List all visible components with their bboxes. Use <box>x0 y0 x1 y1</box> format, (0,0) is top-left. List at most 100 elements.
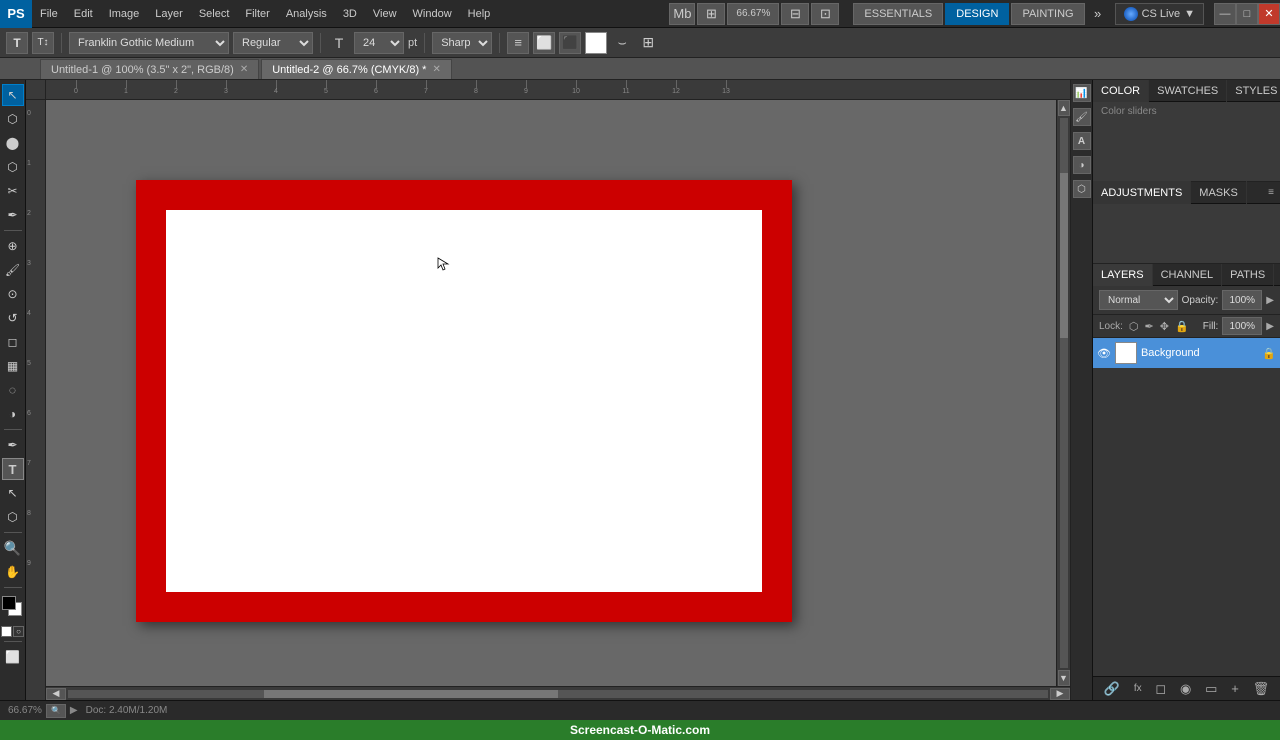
quick-mask-off[interactable] <box>1 626 12 637</box>
character-icon[interactable]: A <box>1073 132 1091 150</box>
blur-tool[interactable]: ◌ <box>2 379 24 401</box>
type-tool-variant[interactable]: T↕ <box>32 32 54 54</box>
lock-all[interactable]: 🔒 <box>1175 320 1189 333</box>
scroll-up-btn[interactable]: ▲ <box>1058 100 1070 116</box>
vertical-scrollbar[interactable]: ▲ ▼ <box>1056 100 1070 686</box>
layer-visibility-toggle[interactable]: 👁 <box>1097 347 1111 360</box>
path-selection-tool[interactable]: ↖ <box>2 482 24 504</box>
hand-tool[interactable]: ✋ <box>2 561 24 583</box>
menu-select[interactable]: Select <box>191 0 238 28</box>
layer-fx-btn[interactable]: fx <box>1134 683 1142 694</box>
move-tool[interactable]: ↖ <box>2 84 24 106</box>
fill-stepper[interactable]: ▶ <box>1266 321 1274 332</box>
healing-tool[interactable]: ⊕ <box>2 235 24 257</box>
menu-view[interactable]: View <box>365 0 405 28</box>
menu-edit[interactable]: Edit <box>66 0 101 28</box>
menu-filter[interactable]: Filter <box>237 0 277 28</box>
lock-transparency[interactable]: ⬡ <box>1129 320 1139 333</box>
zoom-tool[interactable]: 🔍 <box>2 537 24 559</box>
quick-select-tool[interactable]: ⬡ <box>2 156 24 178</box>
add-mask-btn[interactable]: ◻ <box>1155 681 1166 697</box>
menu-file[interactable]: File <box>32 0 66 28</box>
quick-mask-on[interactable]: ○ <box>13 626 24 637</box>
tab-untitled1[interactable]: Untitled-1 @ 100% (3.5" x 2", RGB/8) ✕ <box>40 59 259 79</box>
tab-adjustments[interactable]: ADJUSTMENTS <box>1093 181 1191 205</box>
tab-layers[interactable]: LAYERS <box>1093 264 1153 286</box>
type-tool[interactable]: T <box>2 458 24 480</box>
workspace-design[interactable]: DESIGN <box>945 3 1009 25</box>
new-layer-btn[interactable]: + <box>1231 681 1239 696</box>
document-inner[interactable] <box>166 210 762 592</box>
mode-selector[interactable]: Mb <box>669 3 695 25</box>
shape-tool[interactable]: ⬡ <box>2 506 24 528</box>
masks-icon[interactable]: ⬡ <box>1073 180 1091 198</box>
delete-layer-btn[interactable]: 🗑 <box>1253 681 1270 697</box>
adjustments-icon[interactable]: ◑ <box>1073 156 1091 174</box>
align-center-button[interactable]: ⬜ <box>533 32 555 54</box>
tab-swatches[interactable]: SWATCHES <box>1149 80 1227 103</box>
tab-untitled2-close[interactable]: ✕ <box>432 64 440 75</box>
tab-masks[interactable]: MASKS <box>1191 181 1247 205</box>
extra-icon[interactable]: ⊡ <box>811 3 839 25</box>
character-panel-icon[interactable]: ⊞ <box>637 32 659 54</box>
link-layers-btn[interactable]: 🔗 <box>1104 681 1120 697</box>
new-group-btn[interactable]: ▭ <box>1205 681 1217 697</box>
scroll-left-btn[interactable]: ◀ <box>46 688 66 700</box>
workspace-extend[interactable]: » <box>1087 3 1109 25</box>
align-left-button[interactable]: ≡ <box>507 32 529 54</box>
scroll-right-btn[interactable]: ▶ <box>1050 688 1070 700</box>
zoom-icon[interactable]: 🔍 <box>46 704 66 718</box>
blend-mode-select[interactable]: Normal <box>1099 290 1178 310</box>
tab-untitled1-close[interactable]: ✕ <box>240 64 248 75</box>
align-right-button[interactable]: ⬛ <box>559 32 581 54</box>
lock-paint[interactable]: ✒ <box>1145 320 1154 333</box>
menu-image[interactable]: Image <box>101 0 148 28</box>
font-style-select[interactable]: Regular <box>233 32 313 54</box>
marquee-tool[interactable]: ⬡ <box>2 108 24 130</box>
tab-paths[interactable]: PATHS <box>1222 264 1274 286</box>
new-fill-layer-btn[interactable]: ◉ <box>1180 681 1191 697</box>
text-color-swatch[interactable] <box>585 32 607 54</box>
scroll-track-h[interactable] <box>68 690 1048 698</box>
canvas-area[interactable]: 0 1 2 3 4 5 6 7 8 9 10 11 12 13 <box>26 80 1070 700</box>
type-tool-icon[interactable]: T <box>6 32 28 54</box>
color-picker[interactable] <box>2 596 24 622</box>
gradient-tool[interactable]: ▦ <box>2 355 24 377</box>
arrangement-icon[interactable]: ⊞ <box>697 3 725 25</box>
screen-mode-button[interactable]: ⬜ <box>2 646 24 668</box>
minimize-button[interactable]: — <box>1214 3 1236 25</box>
menu-help[interactable]: Help <box>460 0 499 28</box>
opacity-input[interactable] <box>1222 290 1262 310</box>
dodge-tool[interactable]: ◑ <box>2 403 24 425</box>
horizontal-scrollbar[interactable]: ◀ ▶ <box>46 686 1070 700</box>
adj-panel-menu-btn[interactable]: ≡ <box>1262 182 1280 204</box>
brush-options-icon[interactable]: 🖌 <box>1073 108 1091 126</box>
grid-icon[interactable]: ⊟ <box>781 3 809 25</box>
lock-position[interactable]: ✥ <box>1160 320 1169 333</box>
workspace-essentials[interactable]: ESSENTIALS <box>853 3 943 25</box>
scroll-down-btn[interactable]: ▼ <box>1058 670 1070 686</box>
history-brush[interactable]: ↺ <box>2 307 24 329</box>
lasso-tool[interactable]: ⬤ <box>2 132 24 154</box>
expand-layers-btn[interactable]: » <box>1274 264 1280 286</box>
font-size-select[interactable]: 24 <box>354 32 404 54</box>
opacity-stepper[interactable]: ▶ <box>1266 295 1274 306</box>
scroll-thumb-v[interactable] <box>1060 173 1068 338</box>
maximize-button[interactable]: □ <box>1236 3 1258 25</box>
tab-untitled2[interactable]: Untitled-2 @ 66.7% (CMYK/8) * ✕ <box>261 59 452 79</box>
menu-layer[interactable]: Layer <box>147 0 191 28</box>
histogram-icon[interactable]: 📊 <box>1073 84 1091 102</box>
eraser-tool[interactable]: ◻ <box>2 331 24 353</box>
menu-analysis[interactable]: Analysis <box>278 0 335 28</box>
warp-text-icon[interactable]: ⌣ <box>611 32 633 54</box>
close-button[interactable]: ✕ <box>1258 3 1280 25</box>
fill-input[interactable] <box>1222 317 1262 335</box>
tab-styles[interactable]: STYLES <box>1227 80 1280 103</box>
anti-alias-select[interactable]: Sharp <box>432 32 492 54</box>
menu-3d[interactable]: 3D <box>335 0 365 28</box>
zoom-input[interactable]: 66.67% <box>727 3 779 25</box>
cs-live-button[interactable]: CS Live ▼ <box>1115 3 1204 25</box>
stamp-tool[interactable]: ⊙ <box>2 283 24 305</box>
pen-tool[interactable]: ✒ <box>2 434 24 456</box>
font-family-select[interactable]: Franklin Gothic Medium <box>69 32 229 54</box>
